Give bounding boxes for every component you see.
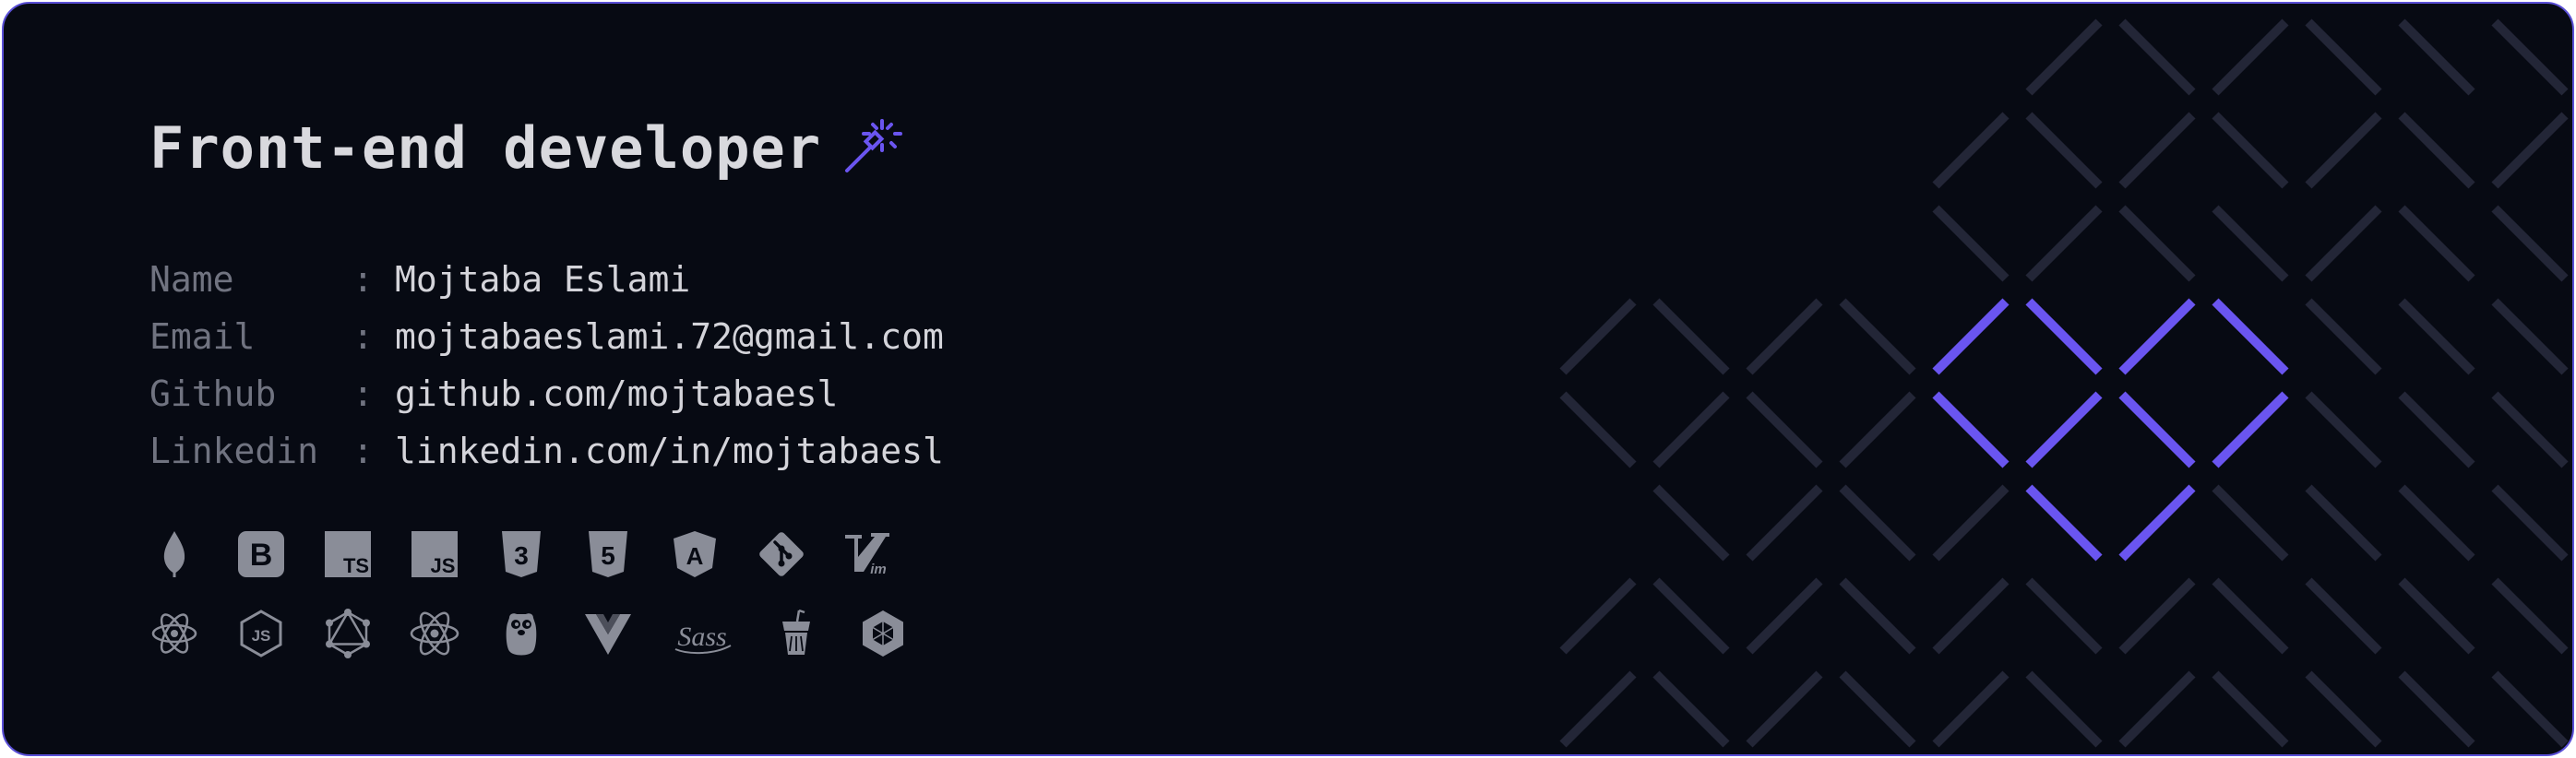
pattern-line: [2118, 205, 2196, 282]
pattern-line: [2118, 112, 2196, 189]
pattern-line: [1559, 670, 1637, 748]
pattern-line: [2212, 577, 2289, 655]
pattern-line: [1652, 391, 1730, 468]
pattern-line: [2491, 484, 2569, 562]
pattern-line: [2212, 205, 2289, 282]
pattern-line-highlight: [2212, 298, 2289, 375]
pattern-line: [1559, 577, 1637, 655]
pattern-line: [2305, 112, 2382, 189]
pattern-line: [2212, 112, 2289, 189]
pattern-line: [2491, 670, 2569, 748]
pattern-line: [1746, 577, 1823, 655]
pattern-line: [1932, 205, 2010, 282]
pattern-line: [1839, 484, 1916, 562]
pattern-line-highlight: [2025, 484, 2103, 562]
pattern-line: [2118, 670, 2196, 748]
pattern-line: [2398, 112, 2475, 189]
pattern-line: [2118, 577, 2196, 655]
pattern-line: [2491, 577, 2569, 655]
pattern-line-highlight: [1932, 391, 2010, 468]
pattern-line: [1746, 298, 1823, 375]
pattern-line: [2398, 670, 2475, 748]
pattern-line: [1839, 577, 1916, 655]
pattern-line: [1652, 577, 1730, 655]
pattern-line: [1839, 298, 1916, 375]
pattern-line: [2491, 391, 2569, 468]
pattern-line: [2212, 670, 2289, 748]
pattern-line: [2305, 670, 2382, 748]
pattern-line: [2398, 205, 2475, 282]
pattern-line: [2305, 484, 2382, 562]
pattern-line: [2491, 298, 2569, 375]
pattern-line: [2398, 18, 2475, 96]
pattern-line: [1932, 670, 2010, 748]
pattern-line-highlight: [2025, 391, 2103, 468]
pattern-line: [1932, 112, 2010, 189]
pattern-line: [2025, 112, 2103, 189]
pattern-line: [1652, 484, 1730, 562]
pattern-line: [2025, 18, 2103, 96]
pattern-line: [1652, 670, 1730, 748]
pattern-line: [2305, 391, 2382, 468]
pattern-line: [2025, 205, 2103, 282]
pattern-line-highlight: [2212, 391, 2289, 468]
pattern-line: [2025, 577, 2103, 655]
pattern-line: [1839, 670, 1916, 748]
pattern-line: [2118, 18, 2196, 96]
pattern-line: [2398, 391, 2475, 468]
pattern-line: [2212, 18, 2289, 96]
pattern-line: [2305, 205, 2382, 282]
pattern-line: [2398, 577, 2475, 655]
pattern-line: [1559, 391, 1637, 468]
diamond-pattern: [1559, 18, 2569, 748]
pattern-line-highlight: [2118, 484, 2196, 562]
pattern-line: [2212, 484, 2289, 562]
pattern-line-highlight: [2118, 298, 2196, 375]
pattern-line: [1652, 298, 1730, 375]
profile-card: Front-end developer Name : Mojtaba Eslam…: [2, 2, 2574, 756]
pattern-line: [2398, 298, 2475, 375]
pattern-line: [1839, 391, 1916, 468]
pattern-line: [2305, 18, 2382, 96]
pattern-line: [2305, 298, 2382, 375]
pattern-line: [2025, 670, 2103, 748]
pattern-line: [2398, 484, 2475, 562]
pattern-line: [1932, 484, 2010, 562]
pattern-line: [1746, 484, 1823, 562]
pattern-line: [1932, 577, 2010, 655]
pattern-line: [1559, 298, 1637, 375]
pattern-line: [1746, 670, 1823, 748]
pattern-line: [2491, 112, 2569, 189]
pattern-line: [1746, 391, 1823, 468]
pattern-line-highlight: [2025, 298, 2103, 375]
pattern-line-highlight: [2118, 391, 2196, 468]
pattern-line-highlight: [1932, 298, 2010, 375]
pattern-line: [2491, 18, 2569, 96]
pattern-line: [2305, 577, 2382, 655]
pattern-line: [2491, 205, 2569, 282]
